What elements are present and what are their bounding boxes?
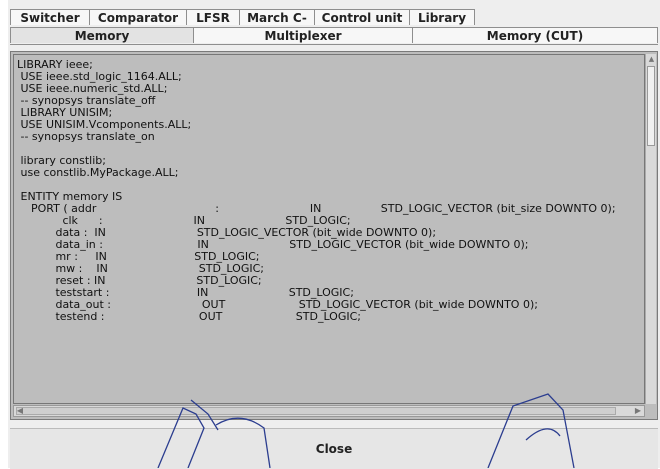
horizontal-scrollbar[interactable]: ◀ ▶ [13, 405, 645, 417]
vertical-scrollbar[interactable]: ▲ [645, 54, 656, 404]
vhdl-source-text: LIBRARY ieee; USE ieee.std_logic_1164.AL… [17, 58, 616, 323]
horizontal-scroll-thumb[interactable] [16, 407, 616, 415]
tab-panel-border [10, 44, 658, 45]
tab-multiplexer[interactable]: Multiplexer [193, 27, 413, 43]
code-text-area[interactable]: LIBRARY ieee; USE ieee.std_logic_1164.AL… [13, 54, 645, 404]
dialog-window: Switcher Comparator LFSR March C- Contro… [8, 0, 660, 469]
scroll-up-arrow-icon[interactable]: ▲ [647, 54, 656, 64]
tab-switcher[interactable]: Switcher [10, 9, 90, 25]
close-button[interactable]: Close [10, 429, 658, 469]
tab-memory[interactable]: Memory [10, 27, 194, 43]
tab-row-top: Switcher Comparator LFSR March C- Contro… [10, 9, 475, 26]
tab-march-c[interactable]: March C- [239, 9, 315, 25]
tab-row-bottom: Memory Multiplexer Memory (CUT) [10, 27, 658, 44]
scroll-right-arrow-icon[interactable]: ▶ [632, 406, 644, 416]
tab-control-unit[interactable]: Control unit [314, 9, 410, 25]
code-frame: LIBRARY ieee; USE ieee.std_logic_1164.AL… [10, 51, 658, 420]
button-bar: Close [10, 428, 658, 469]
tab-comparator[interactable]: Comparator [89, 9, 187, 25]
tab-lfsr[interactable]: LFSR [186, 9, 240, 25]
tab-library[interactable]: Library [409, 9, 475, 25]
vertical-scroll-thumb[interactable] [647, 66, 655, 146]
scroll-left-arrow-icon[interactable]: ◀ [14, 406, 26, 416]
tab-memory-cut[interactable]: Memory (CUT) [412, 27, 658, 43]
